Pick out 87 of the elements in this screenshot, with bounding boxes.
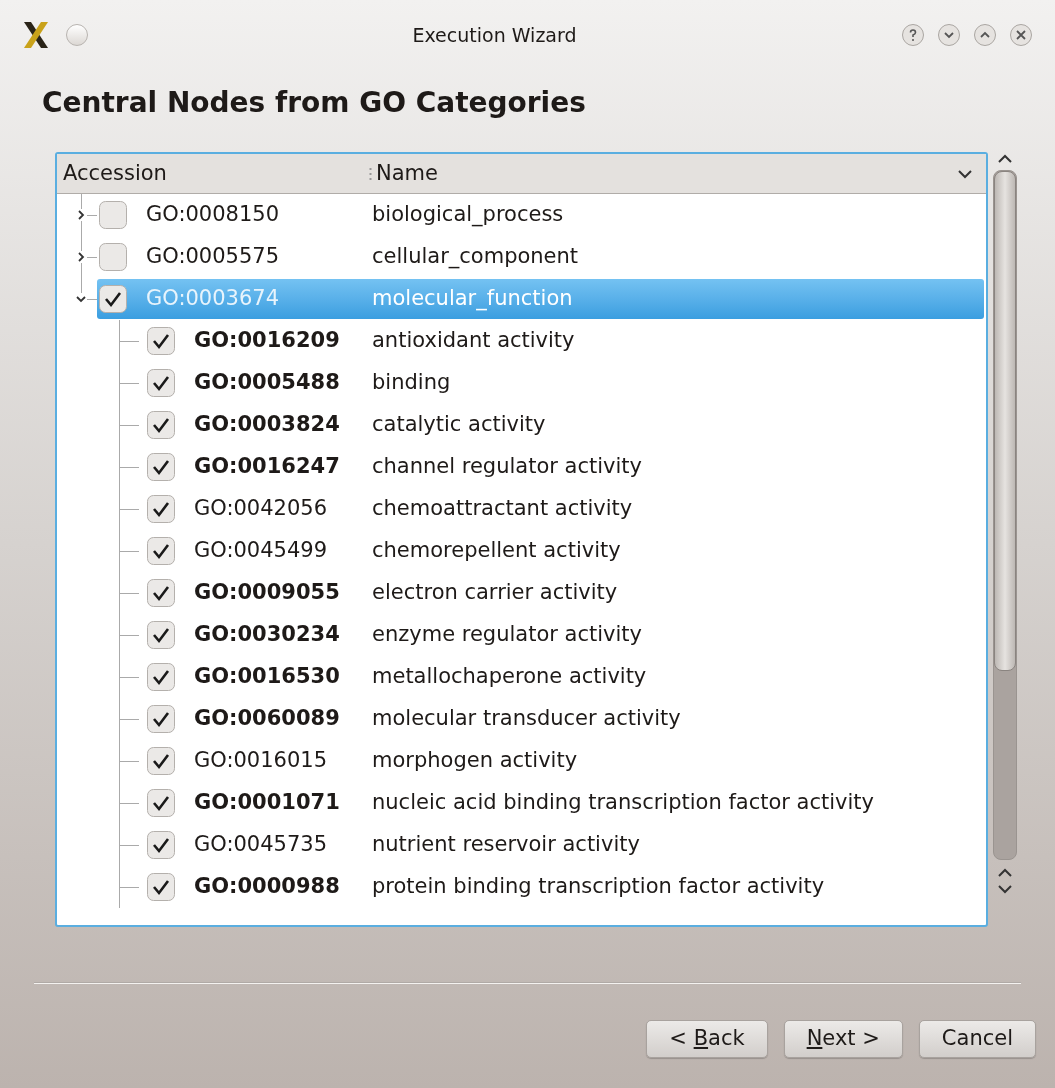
name-text: biological_process [372,201,564,229]
maximize-icon[interactable] [973,23,997,47]
accession-text: GO:0060089 [194,705,341,733]
checkbox[interactable] [146,536,176,566]
checkbox[interactable] [146,578,176,608]
checkbox[interactable] [98,242,128,272]
wizard-button[interactable]: Next > [783,1020,903,1058]
app-logo-icon[interactable] [22,20,50,50]
tree-row[interactable]: GO:0016247 channel regulator activity [145,447,984,487]
checkbox[interactable] [146,494,176,524]
scrollbar-track[interactable] [993,170,1017,860]
tree-row[interactable]: GO:0042056 chemoattractant activity [145,489,984,529]
checkbox[interactable] [146,662,176,692]
tree-row[interactable]: GO:0003824 catalytic activity [145,405,984,445]
column-resize-handle[interactable] [369,166,372,181]
checkbox[interactable] [146,788,176,818]
scroll-down-icon[interactable] [998,884,1012,894]
name-text: molecular transducer activity [372,705,681,733]
page-heading: Central Nodes from GO Categories [42,86,586,119]
accession-text: GO:0045735 [194,831,329,859]
scrollbar-thumb[interactable] [994,171,1016,671]
tree-row[interactable]: GO:0060089 molecular transducer activity [145,699,984,739]
name-text: catalytic activity [372,411,546,439]
tree-row[interactable]: GO:0045499 chemorepellent activity [145,531,984,571]
name-text: enzyme regulator activity [372,621,642,649]
column-header[interactable]: Accession [57,157,369,190]
tree-row[interactable]: GO:0016209 antioxidant activity [145,321,984,361]
tree-row[interactable]: GO:0008150 biological_process [97,195,984,235]
tree-row[interactable]: GO:0009055 electron carrier activity [145,573,984,613]
scroll-up-icon[interactable] [998,868,1012,878]
checkbox[interactable] [146,452,176,482]
accession-text: GO:0000988 [194,873,341,901]
close-icon[interactable] [1009,23,1033,47]
accession-text: GO:0003824 [194,411,341,439]
checkbox[interactable] [98,200,128,230]
accession-text: GO:0042056 [194,495,329,523]
tree-row[interactable]: GO:0030234 enzyme regulator activity [145,615,984,655]
accession-text: GO:0005575 [146,243,281,271]
accession-text: GO:0016209 [194,327,341,355]
tree-row[interactable]: GO:0045735 nutrient reservoir activity [145,825,984,865]
checkbox[interactable] [146,704,176,734]
accession-text: GO:0009055 [194,579,341,607]
tree-row[interactable]: GO:0001071 nucleic acid binding transcription factor activity [145,783,984,823]
tree-view[interactable] [55,152,988,927]
name-text: antioxidant activity [372,327,575,355]
accession-text: GO:0001071 [194,789,341,817]
tree-row[interactable]: GO:0000988 protein binding transcription factor activity [145,867,984,907]
name-text: chemorepellent activity [372,537,621,565]
accession-text: GO:0016247 [194,453,341,481]
checkbox[interactable] [98,284,128,314]
checkbox[interactable] [146,746,176,776]
name-text: chemoattractant activity [372,495,633,523]
checkbox[interactable] [146,410,176,440]
window-title: Execution Wizard [412,23,577,46]
checkbox[interactable] [146,368,176,398]
minimize-icon[interactable] [937,23,961,47]
name-text: nucleic acid binding transcription factor activity [372,789,875,817]
name-text: cellular_component [372,243,579,271]
name-text: nutrient reservoir activity [372,831,640,859]
name-text: binding [372,369,451,397]
tree-row[interactable]: GO:0016015 morphogen activity [145,741,984,781]
column-header[interactable]: Name [376,157,958,190]
tree-row[interactable]: GO:0005488 binding [145,363,984,403]
accession-text: GO:0030234 [194,621,341,649]
name-text: electron carrier activity [372,579,618,607]
accession-text: GO:0005488 [194,369,341,397]
tree-row[interactable]: GO:0005575 cellular_component [97,237,984,277]
name-text: morphogen activity [372,747,578,775]
accession-text: GO:0045499 [194,537,329,565]
name-text: metallochaperone activity [372,663,647,691]
scroll-up-icon[interactable] [998,154,1012,164]
accession-text: GO:0016530 [194,663,341,691]
checkbox[interactable] [146,872,176,902]
name-text: molecular_function [372,285,573,313]
checkbox[interactable] [146,620,176,650]
tree-row[interactable]: GO:0016530 metallochaperone activity [145,657,984,697]
accession-text: GO:0008150 [146,201,281,229]
wizard-button[interactable]: Cancel [918,1020,1036,1058]
accession-text: GO:0003674 [146,285,281,313]
checkbox[interactable] [146,830,176,860]
wizard-button[interactable]: < Back [646,1020,768,1058]
name-text: protein binding transcription factor activity [372,873,825,901]
chevron-down-icon[interactable] [958,168,972,179]
checkbox[interactable] [146,326,176,356]
accession-text: GO:0016015 [194,747,329,775]
name-text: channel regulator activity [372,453,642,481]
help-icon[interactable] [901,23,925,47]
